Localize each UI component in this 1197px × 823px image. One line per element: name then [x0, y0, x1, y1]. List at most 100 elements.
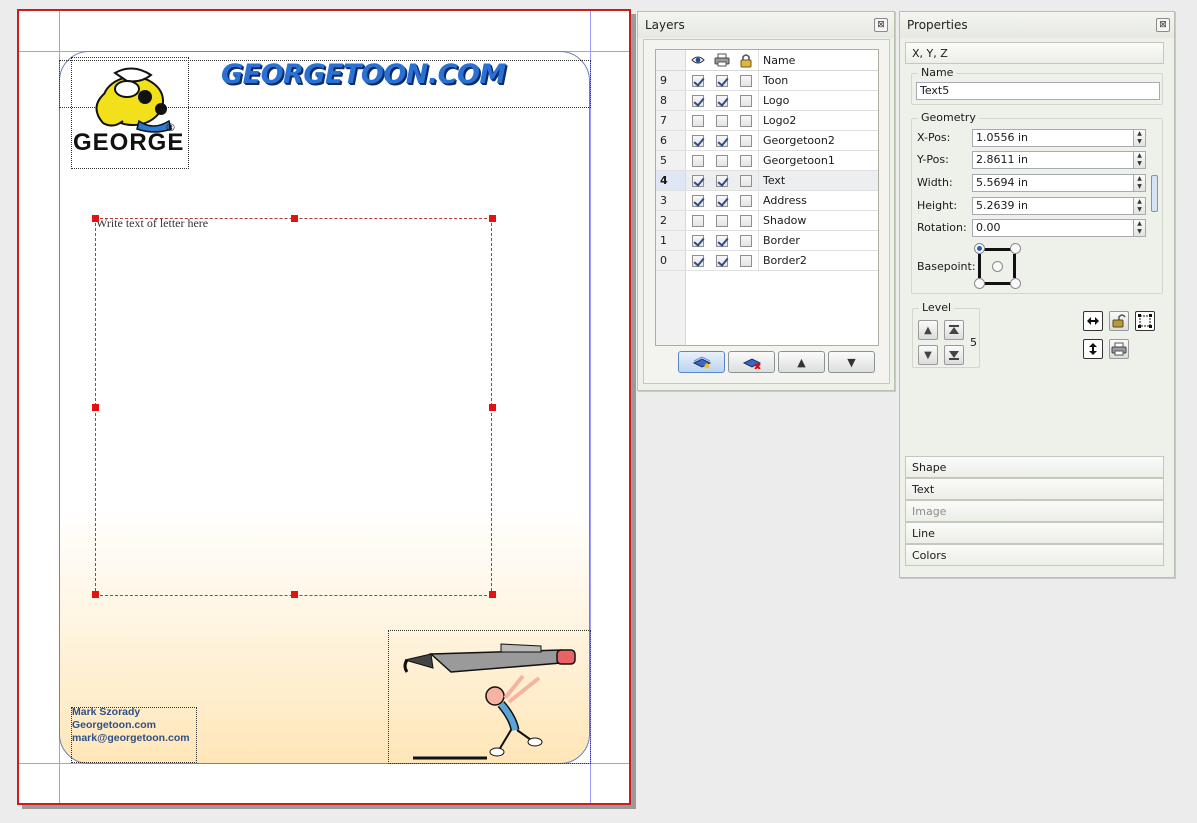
layer-row[interactable]: 0 Border2: [656, 251, 878, 271]
lock-checkbox[interactable]: [740, 114, 752, 127]
resize-handle-se[interactable]: [489, 591, 496, 598]
properties-palette[interactable]: Properties ⊠ X, Y, Z Name Text5 Geometry…: [899, 11, 1175, 578]
x-pos-input[interactable]: 1.0556 in: [972, 129, 1134, 147]
resize-handle-w[interactable]: [92, 404, 99, 411]
basepoint-bottom-left-radio[interactable]: [974, 278, 985, 289]
basepoint-top-right-radio[interactable]: [1010, 243, 1021, 254]
layer-lock-toggle[interactable]: [734, 111, 758, 130]
keep-ratio-chain-icon[interactable]: [1151, 175, 1158, 212]
print-checkbox[interactable]: [716, 234, 728, 247]
properties-close-icon[interactable]: ⊠: [1156, 18, 1170, 32]
layer-visible-toggle[interactable]: [686, 111, 710, 130]
layer-visible-toggle[interactable]: [686, 231, 710, 250]
layer-print-toggle[interactable]: [710, 91, 734, 110]
print-checkbox[interactable]: [716, 214, 728, 227]
section-line[interactable]: Line: [905, 522, 1164, 544]
layers-close-icon[interactable]: ⊠: [874, 18, 888, 32]
visible-checkbox[interactable]: [692, 74, 704, 87]
layer-visible-toggle[interactable]: [686, 131, 710, 150]
layer-lock-toggle[interactable]: [734, 211, 758, 230]
flip-vertical-button[interactable]: [1083, 339, 1103, 359]
print-checkbox[interactable]: [716, 114, 728, 127]
resize-handle-ne[interactable]: [489, 215, 496, 222]
layer-lock-toggle[interactable]: [734, 251, 758, 270]
layer-print-toggle[interactable]: [710, 71, 734, 90]
visible-checkbox[interactable]: [692, 254, 704, 267]
y-pos-spinner[interactable]: ▲ ▼: [1134, 151, 1146, 169]
layer-name[interactable]: Border: [758, 231, 878, 250]
rotation-spinner[interactable]: ▲ ▼: [1134, 219, 1146, 237]
width-input[interactable]: 5.5694 in: [972, 174, 1134, 192]
add-layer-button[interactable]: [678, 351, 725, 373]
flip-horizontal-button[interactable]: [1083, 311, 1103, 331]
resize-handle-nw[interactable]: [92, 215, 99, 222]
lock-checkbox[interactable]: [740, 234, 752, 247]
basepoint-center-radio[interactable]: [992, 261, 1003, 272]
document-page[interactable]: GEORGETOON.COM GEORGE ® Write text of le…: [17, 9, 631, 805]
lock-checkbox[interactable]: [740, 214, 752, 227]
section-image[interactable]: Image: [905, 500, 1164, 522]
layer-row[interactable]: 3 Address: [656, 191, 878, 211]
lock-column-header[interactable]: [734, 50, 758, 70]
layers-palette[interactable]: Layers ⊠ Name 9 Toon 8 Logo 7 Logo2 6 Georgetoo…: [637, 11, 895, 391]
lower-layer-button[interactable]: ▼: [828, 351, 875, 373]
print-column-header[interactable]: [710, 50, 734, 70]
layer-lock-toggle[interactable]: [734, 71, 758, 90]
print-item-button[interactable]: [1109, 339, 1129, 359]
visible-checkbox[interactable]: [692, 174, 704, 187]
section-text[interactable]: Text: [905, 478, 1164, 500]
layer-lock-toggle[interactable]: [734, 131, 758, 150]
resize-handle-e[interactable]: [489, 404, 496, 411]
layer-name[interactable]: Border2: [758, 251, 878, 270]
lock-checkbox[interactable]: [740, 74, 752, 87]
lock-checkbox[interactable]: [740, 194, 752, 207]
layer-print-toggle[interactable]: [710, 251, 734, 270]
layer-print-toggle[interactable]: [710, 231, 734, 250]
width-spinner[interactable]: ▲ ▼: [1134, 174, 1146, 192]
print-checkbox[interactable]: [716, 194, 728, 207]
layer-name[interactable]: Shadow: [758, 211, 878, 230]
visible-checkbox[interactable]: [692, 214, 704, 227]
layer-row[interactable]: 2 Shadow: [656, 211, 878, 231]
layer-row[interactable]: 4 Text: [656, 171, 878, 191]
print-checkbox[interactable]: [716, 74, 728, 87]
raise-to-top-button[interactable]: [944, 320, 964, 340]
visible-checkbox[interactable]: [692, 234, 704, 247]
layer-lock-toggle[interactable]: [734, 151, 758, 170]
letter-text-placeholder[interactable]: Write text of letter here: [96, 216, 208, 231]
layer-print-toggle[interactable]: [710, 171, 734, 190]
layer-name[interactable]: Logo2: [758, 111, 878, 130]
layer-visible-toggle[interactable]: [686, 191, 710, 210]
section-xyz[interactable]: X, Y, Z: [905, 42, 1164, 64]
raise-level-button[interactable]: ▲: [918, 320, 938, 340]
layer-print-toggle[interactable]: [710, 151, 734, 170]
print-checkbox[interactable]: [716, 154, 728, 167]
y-pos-input[interactable]: 2.8611 in: [972, 151, 1134, 169]
section-colors[interactable]: Colors: [905, 544, 1164, 566]
layer-print-toggle[interactable]: [710, 211, 734, 230]
lock-checkbox[interactable]: [740, 254, 752, 267]
layer-print-toggle[interactable]: [710, 191, 734, 210]
resize-handle-s[interactable]: [291, 591, 298, 598]
visible-checkbox[interactable]: [692, 154, 704, 167]
layer-name[interactable]: Address: [758, 191, 878, 210]
basepoint-bottom-right-radio[interactable]: [1010, 278, 1021, 289]
height-spinner[interactable]: ▲ ▼: [1134, 197, 1146, 215]
layer-name[interactable]: Toon: [758, 71, 878, 90]
text-frame-selected[interactable]: [95, 218, 492, 596]
layer-row[interactable]: 8 Logo: [656, 91, 878, 111]
print-checkbox[interactable]: [716, 174, 728, 187]
layer-visible-toggle[interactable]: [686, 171, 710, 190]
visible-checkbox[interactable]: [692, 114, 704, 127]
name-column-header[interactable]: Name: [758, 50, 878, 70]
layer-row[interactable]: 9 Toon: [656, 71, 878, 91]
lock-checkbox[interactable]: [740, 134, 752, 147]
layers-list[interactable]: Name 9 Toon 8 Logo 7 Logo2 6 Georgetoon2 5 George…: [655, 49, 879, 346]
layer-lock-toggle[interactable]: [734, 191, 758, 210]
layer-row[interactable]: 1 Border: [656, 231, 878, 251]
layer-name[interactable]: Logo: [758, 91, 878, 110]
layer-visible-toggle[interactable]: [686, 151, 710, 170]
lock-checkbox[interactable]: [740, 94, 752, 107]
print-checkbox[interactable]: [716, 254, 728, 267]
resize-handle-sw[interactable]: [92, 591, 99, 598]
